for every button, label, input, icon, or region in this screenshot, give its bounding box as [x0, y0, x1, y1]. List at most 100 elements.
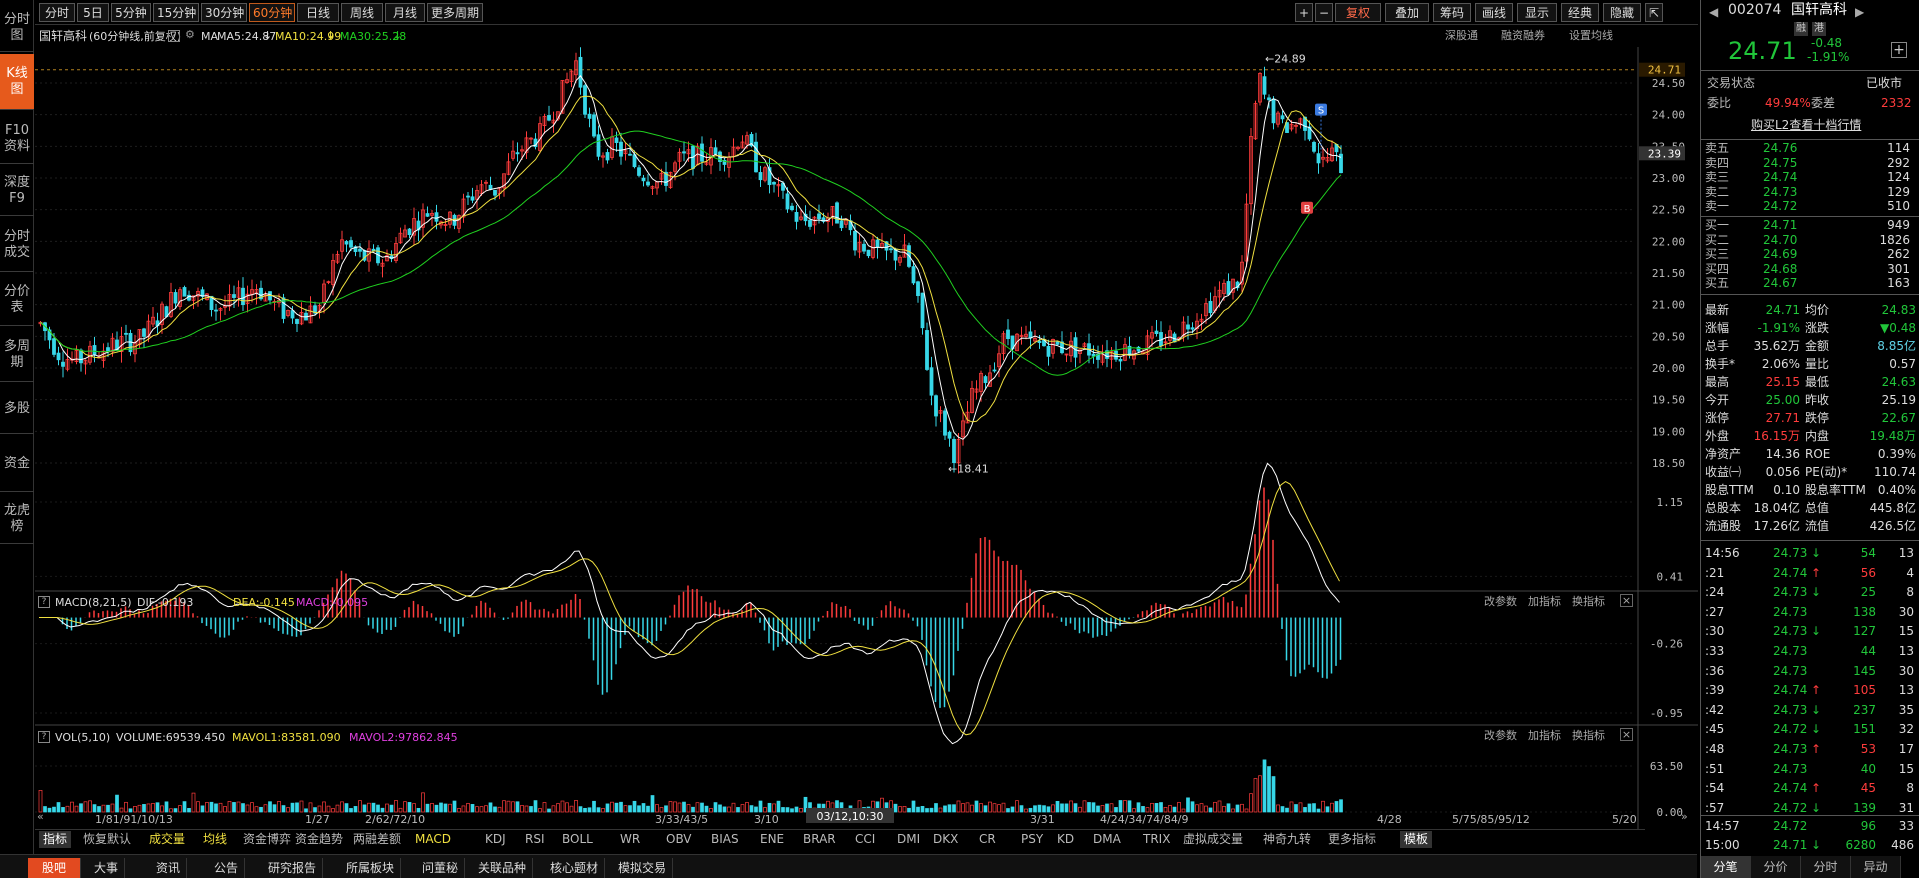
bottom-nav-1[interactable]: 大事 [88, 858, 126, 878]
period-tab-9[interactable]: 更多周期 [427, 3, 483, 22]
left-tab-6[interactable]: 多周期 [0, 328, 34, 382]
period-tab-1[interactable]: 5日 [77, 3, 109, 22]
kline-chart[interactable]: 24.5024.0023.5023.0022.5022.0021.5021.00… [35, 47, 1698, 829]
indicator-9[interactable]: RSI [525, 831, 545, 848]
indicator-1[interactable]: 恢复默认 [83, 831, 131, 848]
period-tab-6[interactable]: 日线 [297, 3, 339, 22]
buy-marker[interactable]: B [1301, 201, 1313, 215]
indicator-17[interactable]: DMI [897, 831, 920, 848]
indicator-2[interactable]: 成交量 [149, 831, 185, 848]
indicator-23[interactable]: TRIX [1143, 831, 1170, 848]
indicator-11[interactable]: WR [620, 831, 640, 848]
indicator-21[interactable]: KD [1057, 831, 1074, 848]
close-icon[interactable]: × [1620, 728, 1633, 741]
ask-level[interactable]: 卖五 24.76 114 [1701, 141, 1919, 156]
ask-level[interactable]: 卖二 24.73 129 [1701, 185, 1919, 200]
ask-level[interactable]: 卖一 24.72 510 [1701, 199, 1919, 214]
sell-marker[interactable]: S [1315, 103, 1327, 117]
left-tab-2[interactable]: F10资料 [0, 114, 34, 164]
indicator-19[interactable]: CR [979, 831, 996, 848]
ask-level[interactable]: 卖四 24.75 292 [1701, 156, 1919, 171]
indicator-5[interactable]: 资金趋势 [295, 831, 343, 848]
link-hsgt[interactable]: 深股通 [1445, 29, 1478, 43]
period-tab-4[interactable]: 30分钟 [201, 3, 247, 22]
left-tab-9[interactable]: 龙虎榜 [0, 494, 34, 544]
indicator-13[interactable]: BIAS [711, 831, 739, 848]
indicator-27[interactable]: 模板 [1400, 831, 1433, 848]
scroll-right-icon[interactable]: » [1681, 810, 1688, 823]
macd-switch-indicator[interactable]: 换指标 [1572, 595, 1605, 609]
toolbar-button-1[interactable]: − [1315, 3, 1333, 22]
left-tab-5[interactable]: 分价表 [0, 274, 34, 326]
indicator-4[interactable]: 资金博弈 [243, 831, 291, 848]
indicator-3[interactable]: 均线 [203, 831, 227, 848]
collapse-icon[interactable]: ⇱ [1645, 3, 1663, 22]
indicator-6[interactable]: 两融差额 [353, 831, 401, 848]
tick-tab-1[interactable]: 分价 [1751, 856, 1801, 878]
close-icon[interactable]: × [1620, 594, 1633, 607]
gear-icon[interactable]: ⚙ [185, 28, 195, 42]
scroll-left-icon[interactable]: « [37, 810, 44, 823]
tick-tab-2[interactable]: 分时 [1801, 856, 1851, 878]
indicator-20[interactable]: PSY [1021, 831, 1043, 848]
period-tab-2[interactable]: 5分钟 [111, 3, 151, 22]
left-tab-0[interactable]: 分时图 [0, 4, 34, 52]
tick-tab-3[interactable]: 异动 [1851, 856, 1901, 878]
macd-change-params[interactable]: 改参数 [1484, 595, 1517, 609]
link-ma-settings[interactable]: 设置均线 [1569, 29, 1613, 43]
indicator-22[interactable]: DMA [1093, 831, 1121, 848]
vol-add-indicator[interactable]: 加指标 [1528, 729, 1561, 743]
back-arrow-icon[interactable]: ◀ [1709, 5, 1718, 19]
indicator-26[interactable]: 更多指标 [1328, 831, 1376, 848]
indicator-7[interactable]: MACD [415, 831, 451, 848]
add-watchlist-button[interactable]: + [1891, 42, 1907, 58]
bottom-nav-7[interactable]: 关联品种 [472, 858, 534, 878]
vol-switch-indicator[interactable]: 换指标 [1572, 729, 1605, 743]
period-tab-3[interactable]: 15分钟 [153, 3, 199, 22]
left-tab-7[interactable]: 多股 [0, 384, 34, 434]
indicator-8[interactable]: KDJ [485, 831, 506, 848]
bid-level[interactable]: 买三 24.69 262 [1701, 247, 1919, 262]
toolbar-button-8[interactable]: 隐藏 [1603, 3, 1641, 22]
ask-level[interactable]: 卖三 24.74 124 [1701, 170, 1919, 185]
indicator-18[interactable]: DKX [933, 831, 958, 848]
bottom-nav-5[interactable]: 所属板块 [340, 858, 402, 878]
toolbar-button-5[interactable]: 画线 [1475, 3, 1513, 22]
indicator-25[interactable]: 神奇九转 [1263, 831, 1311, 848]
bottom-nav-8[interactable]: 核心题材 [544, 858, 606, 878]
period-tab-7[interactable]: 周线 [341, 3, 383, 22]
period-tab-0[interactable]: 分时 [39, 3, 75, 22]
toolbar-button-6[interactable]: 显示 [1517, 3, 1557, 22]
bottom-nav-3[interactable]: 公告 [208, 858, 246, 878]
left-tab-8[interactable]: 资金 [0, 436, 34, 492]
bottom-nav-4[interactable]: 研究报告 [262, 858, 324, 878]
toolbar-button-0[interactable]: + [1295, 3, 1313, 22]
indicator-0[interactable]: 指标 [39, 831, 72, 848]
bottom-nav-9[interactable]: 模拟交易 [612, 858, 674, 878]
indicator-10[interactable]: BOLL [562, 831, 593, 848]
bid-level[interactable]: 买四 24.68 301 [1701, 262, 1919, 277]
bottom-nav-2[interactable]: 资讯 [150, 858, 188, 878]
macd-add-indicator[interactable]: 加指标 [1528, 595, 1561, 609]
bid-level[interactable]: 买五 24.67 163 [1701, 276, 1919, 291]
toolbar-button-4[interactable]: 筹码 [1433, 3, 1471, 22]
period-tab-8[interactable]: 月线 [385, 3, 425, 22]
indicator-16[interactable]: CCI [855, 831, 875, 848]
bid-level[interactable]: 买一 24.71 949 [1701, 218, 1919, 233]
vol-change-params[interactable]: 改参数 [1484, 729, 1517, 743]
tick-tab-0[interactable]: 分笔 [1701, 856, 1751, 878]
indicator-15[interactable]: BRAR [803, 831, 836, 848]
bid-level[interactable]: 买二 24.70 1826 [1701, 233, 1919, 248]
left-tab-3[interactable]: 深度F9 [0, 166, 34, 216]
toolbar-button-2[interactable]: 复权 [1335, 3, 1381, 22]
link-margin[interactable]: 融资融券 [1501, 29, 1545, 43]
bottom-nav-0[interactable]: 股吧 [28, 858, 82, 878]
period-tab-5[interactable]: 60分钟 [249, 3, 295, 22]
left-tab-4[interactable]: 分时成交 [0, 218, 34, 272]
bottom-nav-6[interactable]: 问董秘 [416, 858, 466, 878]
indicator-24[interactable]: 虚拟成交量 [1183, 831, 1243, 848]
macd-help-icon[interactable]: ? [38, 594, 50, 608]
forward-arrow-icon[interactable]: ▶ [1855, 5, 1864, 19]
vol-help-icon[interactable]: ? [38, 729, 50, 743]
l2-upgrade-link[interactable]: 购买L2查看十档行情 [1751, 118, 1861, 132]
